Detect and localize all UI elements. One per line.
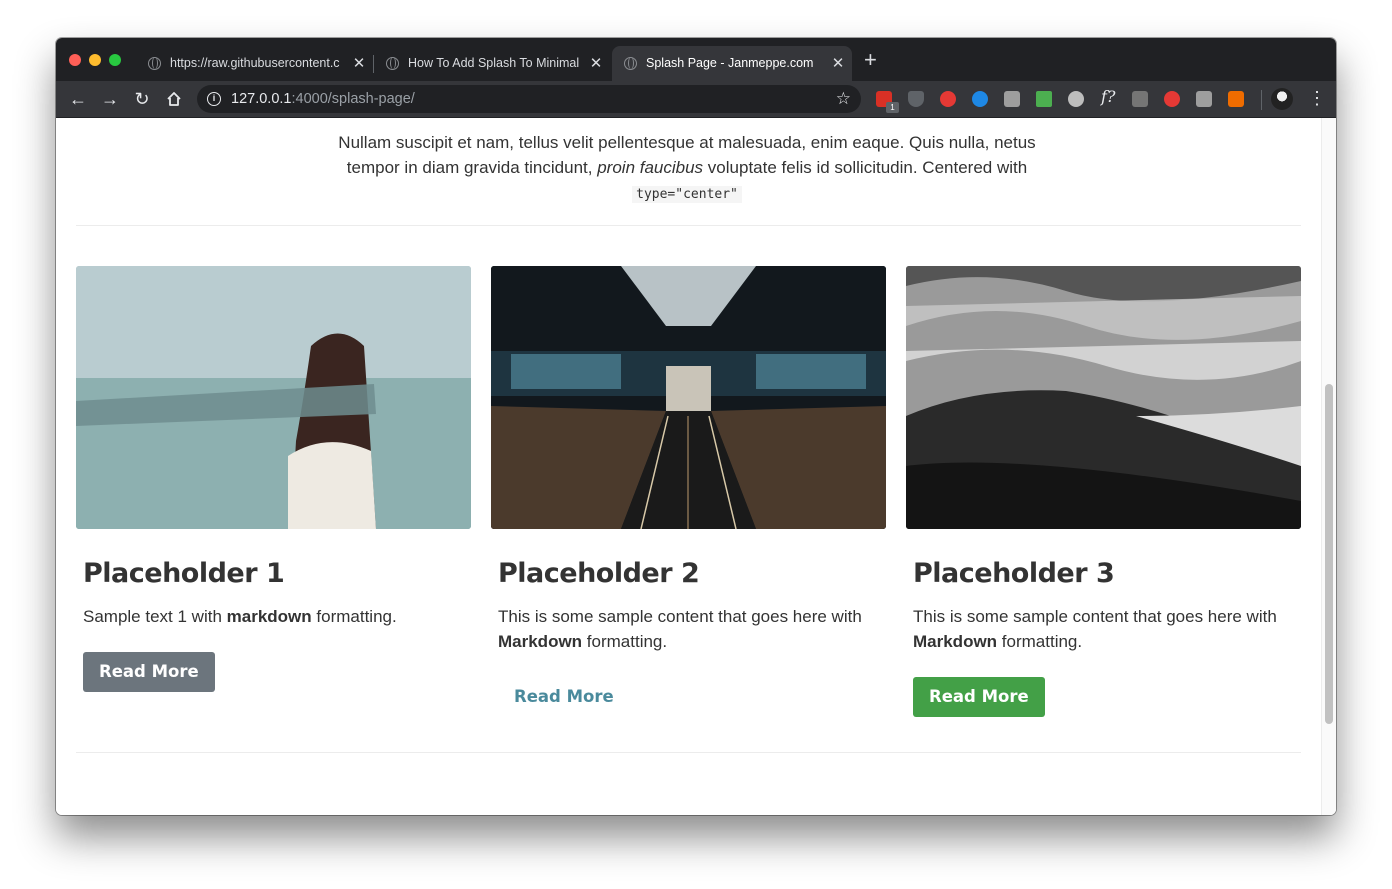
browser-window: https://raw.githubusercontent.c ✕ How To… <box>56 38 1336 815</box>
more-menu-icon[interactable]: ⋮ <box>1308 87 1326 109</box>
card-text: This is some sample content that goes he… <box>498 607 862 651</box>
profile-avatar[interactable] <box>1271 88 1293 110</box>
intro-code: type="center" <box>632 186 742 203</box>
page-content: Nullam suscipit et nam, tellus velit pel… <box>56 118 1336 815</box>
card-title: Placeholder 3 <box>913 558 1115 589</box>
close-window-button[interactable] <box>69 54 81 66</box>
css-extension-icon[interactable] <box>1132 91 1148 107</box>
section-divider <box>76 225 1301 226</box>
tab-raw-githubusercontent[interactable]: https://raw.githubusercontent.c ✕ <box>136 46 373 81</box>
bookmark-star-icon[interactable]: ☆ <box>836 85 851 113</box>
bank-extension-icon[interactable] <box>972 91 988 107</box>
tab-close-icon[interactable]: ✕ <box>588 46 604 81</box>
scrollbar-thumb[interactable] <box>1325 384 1333 724</box>
globe-icon <box>148 57 161 70</box>
card-text: Sample text 1 with markdown formatting. <box>83 607 397 626</box>
card-image-blindfold <box>76 266 471 529</box>
scrollbar-track[interactable] <box>1321 118 1336 815</box>
section-divider <box>76 752 1301 753</box>
browser-toolbar: ← → ↻ i 127.0.0.1:4000/splash-page/ ☆ 1 … <box>56 81 1336 118</box>
tab-title: How To Add Splash To Minimal <box>408 56 580 70</box>
tab-close-icon[interactable]: ✕ <box>830 46 846 81</box>
youtube-extension-icon[interactable] <box>1164 91 1180 107</box>
function-extension-icon[interactable]: f? <box>1101 87 1116 106</box>
tab-strip: https://raw.githubusercontent.c ✕ How To… <box>56 38 1336 81</box>
record-extension-icon[interactable] <box>1068 91 1084 107</box>
ublock-shield-icon[interactable] <box>908 91 924 107</box>
read-more-button[interactable]: Read More <box>83 652 215 692</box>
card-title: Placeholder 2 <box>498 558 700 589</box>
globe-icon <box>624 57 637 70</box>
site-info-icon[interactable]: i <box>207 92 221 106</box>
toolbar-separator <box>1261 90 1262 110</box>
card-title: Placeholder 1 <box>83 558 285 589</box>
tab-splash-page[interactable]: Splash Page - Janmeppe.com ✕ <box>612 46 852 81</box>
zoom-window-button[interactable] <box>109 54 121 66</box>
back-arrow-icon[interactable]: ← <box>65 86 91 112</box>
tab-close-icon[interactable]: ✕ <box>351 46 367 81</box>
tab-how-to-add-splash[interactable]: How To Add Splash To Minimal ✕ <box>374 46 610 81</box>
stop-hand-icon[interactable] <box>940 91 956 107</box>
address-bar[interactable]: i 127.0.0.1:4000/splash-page/ ☆ <box>197 85 861 113</box>
globe-icon <box>386 57 399 70</box>
forward-arrow-icon[interactable]: → <box>97 86 123 112</box>
intro-paragraph: Nullam suscipit et nam, tellus velit pel… <box>338 133 1036 203</box>
intro-emphasis: proin faucibus <box>597 158 704 177</box>
card-image-escalator <box>491 266 886 529</box>
window-extension-icon[interactable] <box>1228 91 1244 107</box>
tab-title: https://raw.githubusercontent.c <box>170 56 340 70</box>
reload-icon[interactable]: ↻ <box>129 86 155 112</box>
read-more-button[interactable]: Read More <box>913 677 1045 717</box>
url-text[interactable]: 127.0.0.1:4000/splash-page/ <box>231 85 415 113</box>
new-tab-button[interactable]: + <box>864 49 877 71</box>
read-more-button[interactable]: Read More <box>498 677 630 717</box>
play-extension-icon[interactable] <box>1004 91 1020 107</box>
extension-badge: 1 <box>886 102 899 113</box>
tab-title: Splash Page - Janmeppe.com <box>646 56 814 70</box>
puzzle-extension-icon[interactable] <box>1036 91 1052 107</box>
home-icon[interactable] <box>161 86 187 112</box>
minimize-window-button[interactable] <box>89 54 101 66</box>
card-image-clouds <box>906 266 1301 529</box>
camera-extension-icon[interactable] <box>1196 91 1212 107</box>
card-text: This is some sample content that goes he… <box>913 607 1277 651</box>
